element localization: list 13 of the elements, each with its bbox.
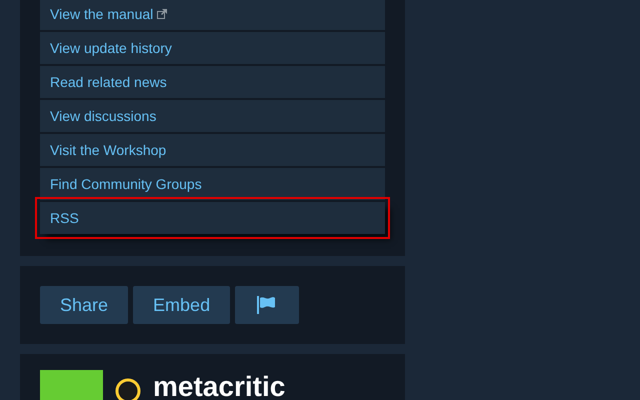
community-link[interactable]: RSS (40, 202, 385, 234)
community-link[interactable]: Find Community Groups (40, 168, 385, 200)
community-link[interactable]: Read related news (40, 66, 385, 98)
logo-text: metacritic (153, 372, 286, 400)
report-button[interactable] (235, 286, 300, 324)
share-button[interactable]: Share (40, 286, 128, 324)
community-link[interactable]: View the manual (40, 0, 385, 30)
score-box (40, 370, 103, 400)
community-link[interactable]: View discussions (40, 100, 385, 132)
community-link[interactable]: Visit the Workshop (40, 134, 385, 166)
flag-icon (257, 296, 278, 314)
community-link[interactable]: View update history (40, 32, 385, 64)
share-button[interactable]: Embed (133, 286, 230, 324)
